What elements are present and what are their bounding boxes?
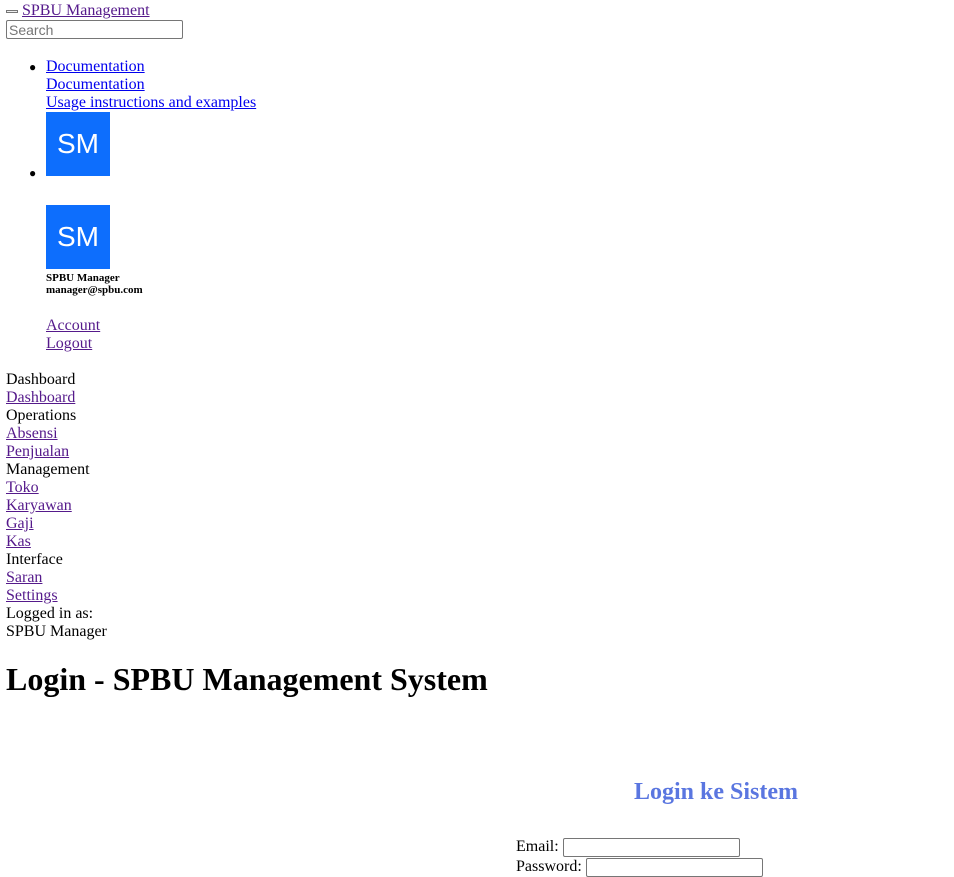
logged-in-user: SPBU Manager [6, 623, 107, 640]
topbar: SPBU Management [6, 2, 150, 20]
sidebar-item-toko[interactable]: Toko [6, 479, 39, 496]
logout-link[interactable]: Logout [46, 335, 92, 352]
documentation-desc-link[interactable]: Usage instructions and examples [46, 94, 256, 111]
nav-item-user: ● SM SM SPBU Manager manager@spbu.com Ac… [29, 112, 256, 353]
user-name: SPBU Manager [46, 272, 120, 284]
sidebar-item-karyawan[interactable]: Karyawan [6, 497, 72, 514]
email-row: Email: [516, 838, 740, 857]
avatar-initials: SM [57, 128, 99, 159]
sidebar-item-kas[interactable]: Kas [6, 533, 31, 550]
nav-item-documentation: ● Documentation Documentation Usage inst… [29, 58, 256, 112]
sidebar-item-settings[interactable]: Settings [6, 587, 58, 604]
sidebar-heading-interface: Interface [6, 551, 63, 568]
sidebar-heading-operations: Operations [6, 407, 77, 424]
password-label: Password: [516, 858, 582, 876]
sidebar-item-penjualan[interactable]: Penjualan [6, 443, 69, 460]
sidebar-item-dashboard[interactable]: Dashboard [6, 389, 75, 406]
user-email: manager@spbu.com [46, 284, 143, 296]
sidebar-item-absensi[interactable]: Absensi [6, 425, 58, 442]
avatar-large: SM [46, 205, 110, 269]
avatar[interactable]: SM [46, 112, 110, 176]
password-row: Password: [516, 858, 763, 877]
email-field[interactable] [562, 838, 740, 857]
bullet-icon: ● [29, 60, 37, 74]
login-heading: Login ke Sistem [634, 779, 799, 805]
documentation-link[interactable]: Documentation [46, 58, 145, 75]
page-title: Login - SPBU Management System [6, 661, 488, 697]
sidebar: Dashboard Dashboard Operations Absensi P… [6, 371, 107, 641]
bullet-icon: ● [29, 166, 37, 180]
search-input[interactable] [6, 20, 183, 39]
password-field[interactable] [585, 858, 763, 877]
documentation-title-link[interactable]: Documentation [46, 76, 145, 93]
sidebar-heading-management: Management [6, 461, 90, 478]
sidebar-heading-dashboard: Dashboard [6, 371, 76, 388]
top-nav: ● Documentation Documentation Usage inst… [29, 58, 256, 353]
sidebar-item-saran[interactable]: Saran [6, 569, 42, 586]
email-label: Email: [516, 838, 559, 856]
sidebar-toggle-button[interactable] [6, 9, 18, 13]
sidebar-item-gaji[interactable]: Gaji [6, 515, 34, 532]
logged-in-label: Logged in as: [6, 605, 94, 622]
brand-link[interactable]: SPBU Management [22, 2, 150, 19]
avatar-initials: SM [57, 221, 99, 252]
account-link[interactable]: Account [46, 317, 100, 334]
